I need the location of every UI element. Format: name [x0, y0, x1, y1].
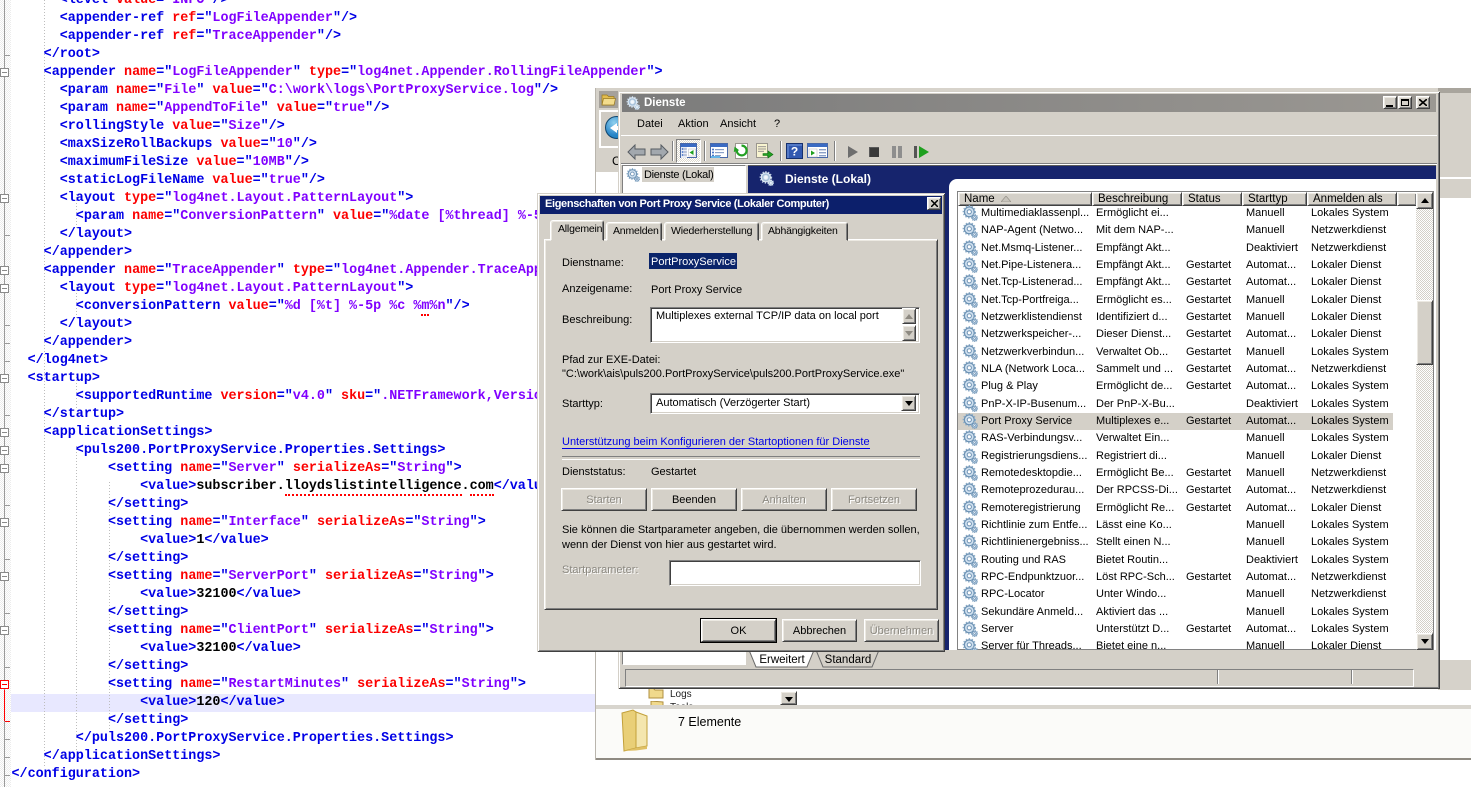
svg-text:?: ? [791, 145, 798, 159]
svg-text:Standard: Standard [825, 654, 872, 666]
svg-text:Erweitert: Erweitert [759, 654, 805, 666]
